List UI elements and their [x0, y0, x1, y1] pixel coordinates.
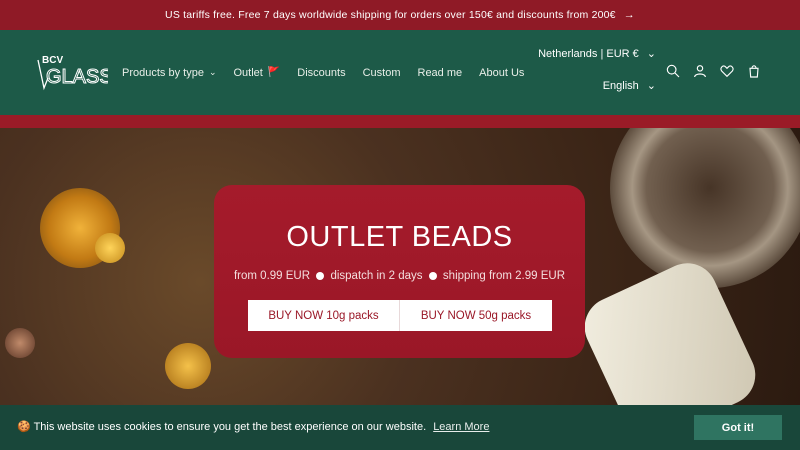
arrow-right-icon: → [623, 9, 635, 21]
nav-label: Discounts [297, 66, 346, 79]
search-icon[interactable] [664, 62, 681, 79]
logo-text-main: GLASS [46, 66, 108, 88]
hero-sub-shipping: shipping from 2.99 EUR [442, 270, 566, 282]
nav-label: About Us [479, 66, 525, 79]
main-nav: Products by type ⌄ Outlet 🚩 Discounts Cu… [122, 30, 541, 115]
nav-about-us[interactable]: About Us [479, 67, 524, 79]
hero-subtitle: from 0.99 EUR dispatch in 2 days shippin… [214, 270, 585, 282]
nav-custom[interactable]: Custom [363, 67, 401, 79]
hero-buttons: BUY NOW 10g packs BUY NOW 50g packs [248, 300, 552, 331]
logo-text-top: BCV [42, 55, 63, 66]
hero-card: OUTLET BEADS from 0.99 EUR dispatch in 2… [214, 185, 585, 358]
nav-label: Custom [362, 66, 401, 79]
learn-more-link[interactable]: Learn More [433, 421, 489, 433]
chevron-down-icon: ⌄ [208, 67, 217, 77]
bullet-dot [316, 272, 325, 280]
wishlist-icon[interactable] [718, 62, 735, 79]
accept-cookies-button[interactable]: Got it! [694, 415, 782, 440]
hero-title: OUTLET BEADS [286, 221, 513, 253]
chevron-down-icon: ⌄ [646, 80, 656, 92]
buy-10g-button[interactable]: BUY NOW 10g packs [248, 300, 399, 331]
hero-sub-dispatch: dispatch in 2 days [330, 270, 423, 282]
bullet-dot [428, 272, 437, 280]
site-logo[interactable]: BCV GLASS [36, 52, 113, 94]
header-icons [664, 62, 762, 79]
nav-discounts[interactable]: Discounts [297, 67, 345, 79]
buy-50g-button[interactable]: BUY NOW 50g packs [399, 300, 552, 331]
announcement-bar[interactable]: US tariffs free. Free 7 days worldwide s… [0, 0, 800, 30]
hero-decor-bead [165, 343, 211, 389]
hero-decor-bead [5, 328, 35, 358]
hero-decor-bead [95, 233, 125, 263]
flag-icon: 🚩 [267, 67, 281, 78]
hero-sub-price: from 0.99 EUR [233, 270, 311, 282]
bcv-glass-logo: BCV GLASS [37, 55, 113, 91]
language-selector[interactable]: English ⌄ [602, 79, 656, 93]
site-header: BCV GLASS Products by type ⌄ Outlet 🚩 Di… [0, 30, 800, 115]
cookie-message: 🍪 This website uses cookies to ensure yo… [17, 420, 489, 433]
cookie-banner: 🍪 This website uses cookies to ensure yo… [0, 405, 800, 450]
nav-label: Products by type [122, 66, 204, 79]
cookie-text: This website uses cookies to ensure you … [33, 421, 427, 433]
header-accent-strip [0, 115, 800, 128]
language-label: English [602, 79, 639, 92]
cookie-icon: 🍪 [17, 421, 31, 433]
hero-decor-plate [610, 128, 800, 288]
nav-products-by-type[interactable]: Products by type ⌄ [122, 67, 216, 79]
cart-icon[interactable] [745, 62, 762, 79]
country-selector[interactable]: Netherlands | EUR € ⌄ [538, 47, 656, 61]
nav-label: Outlet [233, 66, 263, 79]
announcement-text: US tariffs free. Free 7 days worldwide s… [165, 9, 616, 21]
chevron-down-icon: ⌄ [646, 48, 656, 60]
nav-outlet[interactable]: Outlet 🚩 [233, 67, 280, 79]
country-label: Netherlands | EUR € [538, 47, 639, 60]
nav-label: Read me [417, 66, 463, 79]
nav-read-me[interactable]: Read me [418, 67, 463, 79]
account-icon[interactable] [691, 62, 708, 79]
